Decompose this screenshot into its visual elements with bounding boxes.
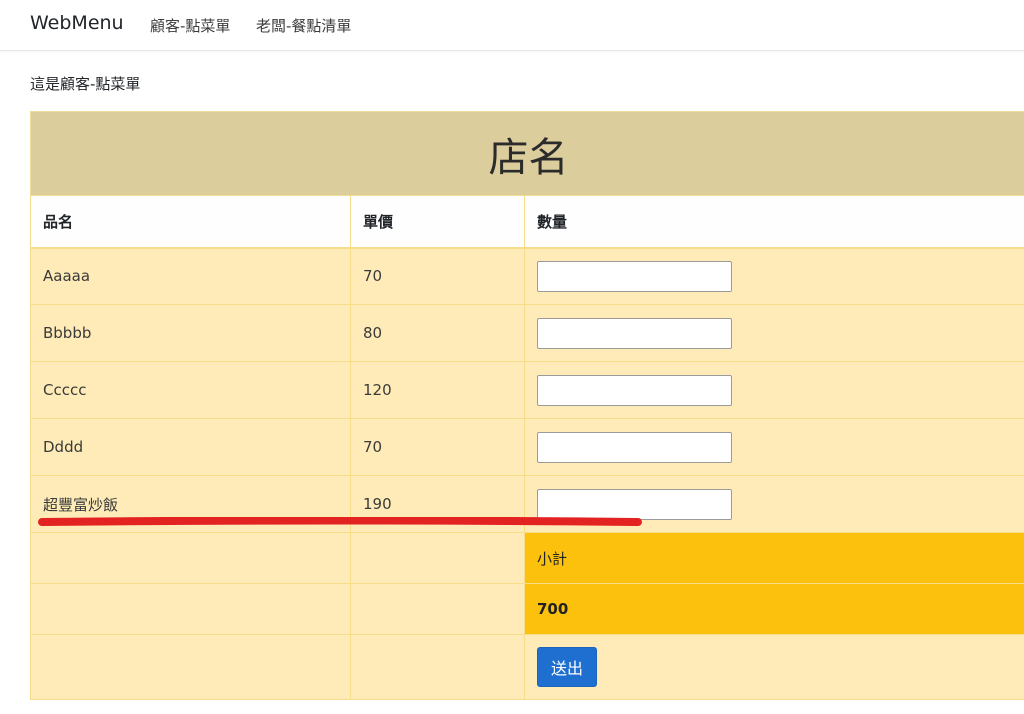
column-header-price: 單價 <box>350 195 525 249</box>
column-header-name: 品名 <box>30 195 351 249</box>
order-table: 店名 品名 單價 數量 Aaaaa 70 Bbbbb 80 Ccccc 120 … <box>30 111 1024 700</box>
empty-cell <box>350 583 525 635</box>
empty-cell <box>30 634 351 700</box>
quantity-input[interactable] <box>537 317 732 349</box>
item-quantity-cell <box>524 247 1024 305</box>
item-name: Dddd <box>30 418 351 476</box>
item-price: 120 <box>350 361 525 419</box>
empty-cell <box>30 532 351 584</box>
subtotal-label: 小計 <box>524 532 1024 584</box>
column-header-quantity: 數量 <box>524 195 1024 249</box>
item-name: 超豐富炒飯 <box>30 475 351 533</box>
submit-row: 送出 <box>30 634 1024 700</box>
item-quantity-cell <box>524 418 1024 476</box>
table-row: Bbbbb 80 <box>30 304 1024 362</box>
quantity-input[interactable] <box>537 260 732 292</box>
empty-cell <box>30 583 351 635</box>
item-quantity-cell <box>524 475 1024 533</box>
table-row: Dddd 70 <box>30 418 1024 476</box>
submit-button[interactable]: 送出 <box>537 647 598 687</box>
table-header-row: 品名 單價 數量 <box>30 195 1024 249</box>
table-row: 超豐富炒飯 190 <box>30 475 1024 533</box>
subtotal-value-row: 700 <box>30 583 1024 635</box>
subtotal-value: 700 <box>524 583 1024 635</box>
submit-cell: 送出 <box>524 634 1024 700</box>
table-row: Ccccc 120 <box>30 361 1024 419</box>
table-row: Aaaaa 70 <box>30 247 1024 305</box>
item-name: Ccccc <box>30 361 351 419</box>
store-name: 店名 <box>30 111 1024 196</box>
empty-cell <box>350 634 525 700</box>
nav-link-owner-menu-list[interactable]: 老闆-餐點清單 <box>256 15 351 36</box>
quantity-input[interactable] <box>537 374 732 406</box>
quantity-input[interactable] <box>537 431 732 463</box>
empty-cell <box>350 532 525 584</box>
item-name: Bbbbb <box>30 304 351 362</box>
item-price: 190 <box>350 475 525 533</box>
item-quantity-cell <box>524 304 1024 362</box>
navbar: WebMenu 顧客-點菜單 老闆-餐點清單 <box>0 0 1024 51</box>
item-name: Aaaaa <box>30 247 351 305</box>
subtotal-label-row: 小計 <box>30 532 1024 584</box>
item-price: 80 <box>350 304 525 362</box>
page-intro-text: 這是顧客-點菜單 <box>30 75 141 93</box>
brand-link[interactable]: WebMenu <box>30 12 124 34</box>
item-price: 70 <box>350 247 525 305</box>
quantity-input[interactable] <box>537 488 732 520</box>
item-price: 70 <box>350 418 525 476</box>
store-name-text: 店名 <box>488 134 569 181</box>
store-name-row: 店名 <box>30 111 1024 196</box>
item-quantity-cell <box>524 361 1024 419</box>
nav-link-customer-order[interactable]: 顧客-點菜單 <box>150 15 230 36</box>
